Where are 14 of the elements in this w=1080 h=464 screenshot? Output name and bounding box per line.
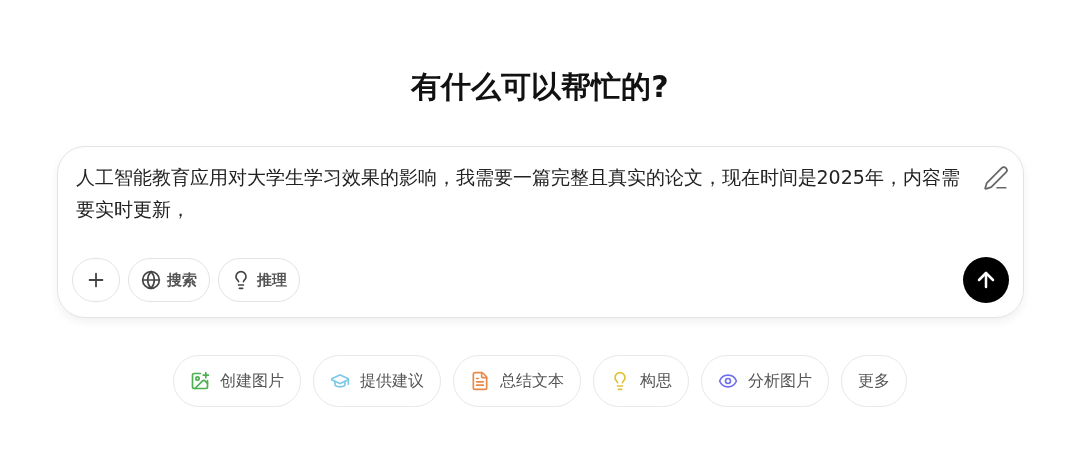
- tool-button[interactable]: 推理: [217, 258, 300, 302]
- suggestion-chip[interactable]: 更多: [841, 355, 907, 407]
- input-field[interactable]: 人工智能教育应用对大学生学习效果的影响，我需要一篇完整且真实的论文，现在时间是2025年，内容需要实时更新， 搜索 推理: [56, 146, 1024, 318]
- send-button[interactable]: [962, 257, 1009, 303]
- suggestion-chip[interactable]: 分析图片: [701, 355, 829, 407]
- page-heading: 有什么可以帮忙的?: [411, 68, 669, 106]
- suggestion-chip[interactable]: 创建图片: [173, 355, 301, 407]
- tool-button[interactable]: 搜索: [127, 258, 210, 302]
- globe-icon: [140, 270, 161, 290]
- suggestion-chip[interactable]: 总结文本: [453, 355, 581, 407]
- pen-icon[interactable]: [982, 165, 1009, 191]
- add-button[interactable]: [71, 258, 120, 302]
- suggestion-chip[interactable]: 构思: [593, 355, 689, 407]
- suggestion-chip[interactable]: 提供建议: [313, 355, 441, 407]
